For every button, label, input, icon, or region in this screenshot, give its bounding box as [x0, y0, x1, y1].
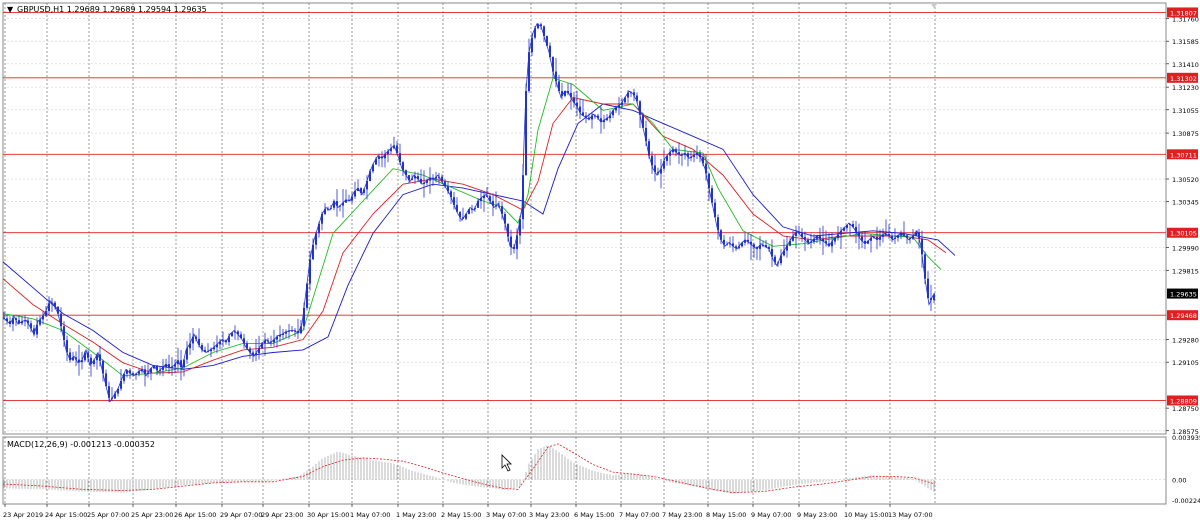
time-tick-label: 6 May 15:00 [574, 511, 614, 519]
level-price-label: 1.30711 [1170, 151, 1197, 159]
price-tick-label: 1.29815 [1172, 267, 1199, 275]
time-tick-label: 13 May 07:00 [888, 511, 933, 519]
price-tick-label: 1.29105 [1172, 359, 1199, 367]
macd-tick-label: 0.00 [1172, 477, 1186, 485]
price-tick-label: 1.29990 [1172, 245, 1199, 253]
time-tick-label: 30 Apr 15:00 [307, 511, 349, 519]
time-tick-label: 10 May 15:00 [844, 511, 889, 519]
time-tick-label: 7 May 07:00 [619, 511, 659, 519]
time-tick-label: 1 May 23:00 [396, 511, 436, 519]
time-tick-label: 2 May 15:00 [441, 511, 481, 519]
level-price-label: 1.29468 [1170, 312, 1197, 320]
price-tick-label: 1.30520 [1172, 176, 1199, 184]
chart-menu-arrow-icon[interactable]: ▼ [7, 5, 14, 14]
time-tick-label: 8 May 15:00 [706, 511, 746, 519]
price-tick-label: 1.31410 [1172, 61, 1199, 69]
price-tick-label: 1.30345 [1172, 199, 1199, 207]
chart-canvas[interactable]: 1.317601.315851.314101.312301.310551.308… [0, 0, 1200, 523]
level-price-label: 1.31807 [1170, 9, 1197, 17]
level-price-label: 1.30105 [1170, 230, 1197, 238]
price-tick-label: 1.30875 [1172, 130, 1199, 138]
symbol-info: GBPUSD,H1 1.29689 1.29689 1.29594 1.2963… [17, 5, 207, 14]
time-tick-label: 23 Apr 2019 [3, 511, 43, 519]
current-price-label: 1.29635 [1170, 291, 1197, 299]
time-tick-label: 3 May 07:00 [486, 511, 526, 519]
time-tick-label: 25 Apr 07:00 [87, 511, 129, 519]
level-price-label: 1.28809 [1170, 397, 1197, 405]
price-tick-label: 1.28750 [1172, 405, 1199, 413]
macd-tick-label: -0.002248 [1172, 497, 1200, 505]
level-price-label: 1.31302 [1170, 75, 1197, 83]
time-tick-label: 29 Apr 23:00 [261, 511, 303, 519]
price-tick-label: 1.31230 [1172, 84, 1199, 92]
macd-tick-label: 0.003935 [1172, 434, 1200, 442]
time-tick-label: 9 May 07:00 [751, 511, 791, 519]
time-tick-label: 29 Apr 07:00 [220, 511, 262, 519]
time-tick-label: 9 May 23:00 [797, 511, 837, 519]
time-tick-label: 26 Apr 15:00 [174, 511, 216, 519]
price-tick-label: 1.31055 [1172, 107, 1199, 115]
chart-background [0, 0, 1200, 523]
time-tick-label: 24 Apr 15:00 [45, 511, 87, 519]
price-tick-label: 1.29280 [1172, 337, 1199, 345]
time-tick-label: 7 May 23:00 [662, 511, 702, 519]
time-tick-label: 1 May 07:00 [350, 511, 390, 519]
macd-info: MACD(12,26,9) -0.001213 -0.000352 [7, 440, 155, 449]
time-tick-label: 25 Apr 23:00 [131, 511, 173, 519]
candle-body [510, 236, 512, 247]
chart-window[interactable]: 1.31760 1.31585 1.31410 1.31230 1.31055 1.308… [0, 0, 1200, 523]
price-tick-label: 1.31585 [1172, 38, 1199, 46]
time-tick-label: 3 May 23:00 [529, 511, 569, 519]
